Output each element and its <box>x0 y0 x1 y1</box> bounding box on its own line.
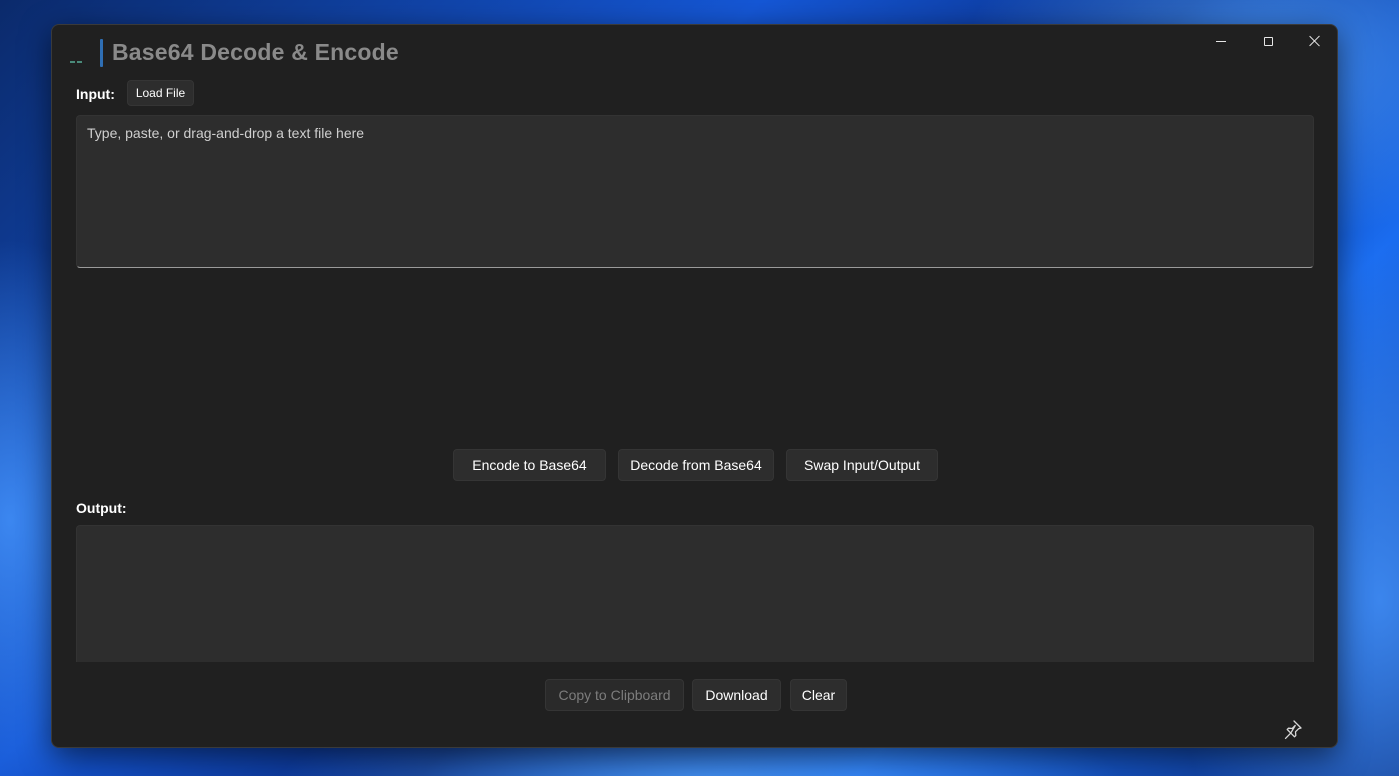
input-label: Input: <box>76 86 115 102</box>
close-icon <box>1309 35 1321 47</box>
minimize-icon <box>1216 40 1226 42</box>
maximize-icon <box>1263 36 1273 46</box>
load-file-button[interactable]: Load File <box>127 80 194 106</box>
decode-button[interactable]: Decode from Base64 <box>618 449 774 481</box>
clear-button[interactable]: Clear <box>790 679 847 711</box>
encode-button[interactable]: Encode to Base64 <box>453 449 606 481</box>
output-label: Output: <box>76 500 127 516</box>
title-accent-bar <box>100 39 103 67</box>
output-textarea[interactable] <box>76 525 1314 662</box>
title-bar[interactable]: Base64 Decode & Encode <box>52 25 1337 79</box>
input-textarea[interactable]: Type, paste, or drag-and-drop a text fil… <box>76 115 1314 268</box>
app-window: Base64 Decode & Encode Input: Load File … <box>51 24 1338 748</box>
swap-button[interactable]: Swap Input/Output <box>786 449 938 481</box>
maximize-button[interactable] <box>1245 25 1291 57</box>
download-button[interactable]: Download <box>692 679 781 711</box>
copy-to-clipboard-button[interactable]: Copy to Clipboard <box>545 679 684 711</box>
close-button[interactable] <box>1292 25 1337 57</box>
minimize-button[interactable] <box>1198 25 1244 57</box>
app-title: Base64 Decode & Encode <box>112 39 399 65</box>
app-icon <box>70 50 86 63</box>
pin-icon[interactable] <box>1280 718 1304 742</box>
input-placeholder: Type, paste, or drag-and-drop a text fil… <box>87 125 365 141</box>
